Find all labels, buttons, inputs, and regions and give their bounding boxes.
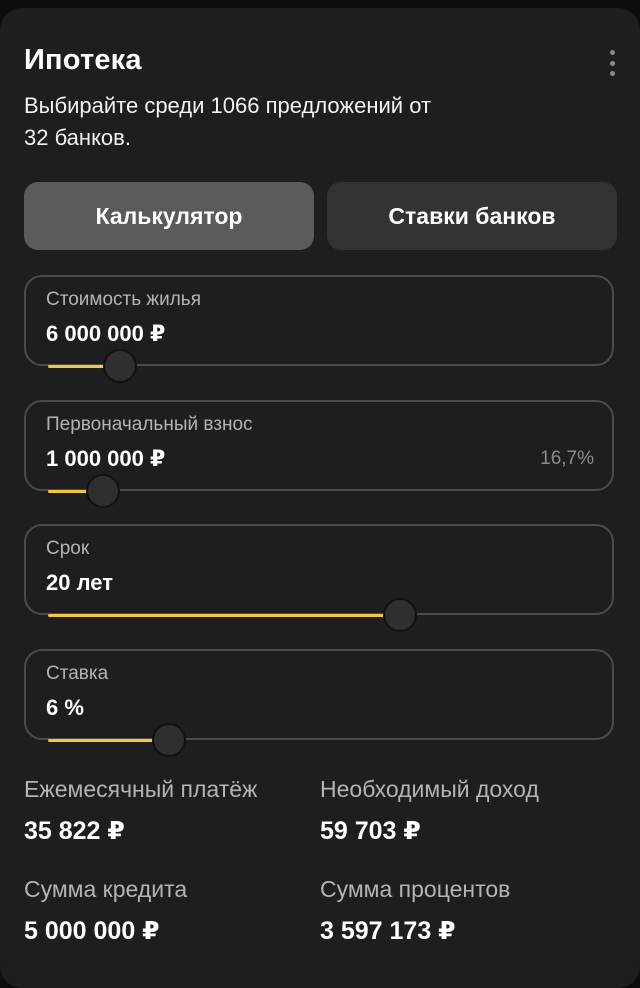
interest-total-value: 3 597 173 ₽ bbox=[320, 917, 456, 945]
monthly-payment-label: Ежемесячный платёж bbox=[24, 776, 258, 802]
loan-amount-value: 5 000 000 ₽ bbox=[24, 917, 160, 945]
rate-slider-thumb[interactable] bbox=[152, 723, 186, 757]
card-title: Ипотека bbox=[24, 44, 142, 76]
term-field[interactable]: Срок 20 лет bbox=[24, 524, 614, 632]
term-slider-track[interactable] bbox=[48, 614, 400, 617]
term-label: Срок bbox=[46, 538, 90, 559]
dot-icon bbox=[609, 60, 615, 66]
tab-calculator[interactable]: Калькулятор bbox=[24, 182, 314, 250]
price-label: Стоимость жилья bbox=[46, 289, 201, 310]
down-payment-value[interactable]: 1 000 000 ₽ bbox=[46, 446, 165, 472]
down-payment-field[interactable]: Первоначальный взнос 1 000 000 ₽ 16,7% bbox=[24, 400, 614, 508]
subtitle-line-2: 32 банков. bbox=[24, 125, 131, 150]
subtitle-line-1: Выбирайте среди 1066 предложений от bbox=[24, 93, 432, 118]
loan-amount-label: Сумма кредита bbox=[24, 876, 188, 902]
interest-total-label: Сумма процентов bbox=[320, 876, 511, 902]
price-value[interactable]: 6 000 000 ₽ bbox=[46, 321, 165, 347]
price-slider-thumb[interactable] bbox=[102, 349, 137, 383]
card-subtitle: Выбирайте среди 1066 предложений от 32 б… bbox=[24, 90, 524, 154]
more-vertical-icon[interactable] bbox=[604, 50, 620, 76]
required-income-value: 59 703 ₽ bbox=[320, 817, 421, 845]
mortgage-card: Ипотека Выбирайте среди 1066 предложений… bbox=[0, 8, 640, 988]
price-field[interactable]: Стоимость жилья 6 000 000 ₽ bbox=[24, 275, 614, 383]
rate-slider-track[interactable] bbox=[48, 739, 169, 742]
tab-bank-rates[interactable]: Ставки банков bbox=[327, 182, 617, 250]
down-payment-percent: 16,7% bbox=[540, 448, 594, 469]
down-payment-slider-thumb[interactable] bbox=[86, 474, 120, 508]
required-income-label: Необходимый доход bbox=[320, 776, 539, 802]
term-value[interactable]: 20 лет bbox=[46, 570, 113, 596]
rate-field[interactable]: Ставка 6 % bbox=[24, 649, 614, 757]
dot-icon bbox=[609, 71, 615, 76]
down-payment-label: Первоначальный взнос bbox=[46, 414, 253, 435]
dot-icon bbox=[609, 50, 615, 55]
rate-value[interactable]: 6 % bbox=[46, 695, 84, 721]
monthly-payment-value: 35 822 ₽ bbox=[24, 817, 125, 845]
rate-label: Ставка bbox=[46, 663, 109, 684]
term-slider-thumb[interactable] bbox=[383, 598, 417, 632]
